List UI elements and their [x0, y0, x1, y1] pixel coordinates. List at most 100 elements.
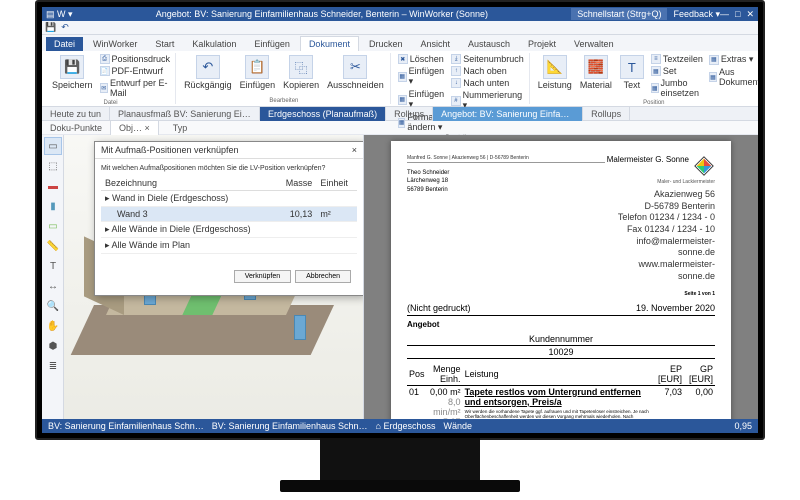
ribbon-group-clipboard: ↶Rückgängig 📋Einfügen ⿻Kopieren ✂Ausschn… — [178, 53, 391, 104]
doc-tab-offer[interactable]: Angebot: BV: Sanierung Einfamilienhaus S… — [433, 107, 583, 121]
paste-icon: 📋 — [245, 55, 269, 79]
doc-tab-rollups[interactable]: Rollups — [386, 107, 433, 121]
set-button[interactable]: ▦Set — [650, 65, 704, 77]
dialog-title-bar: Mit Aufmaß-Positionen verknüpfen × — [95, 142, 363, 159]
paste-button[interactable]: 📋Einfügen — [238, 53, 278, 92]
undo-button[interactable]: ↶Rückgängig — [182, 53, 234, 92]
tool-door[interactable]: ▮ — [44, 197, 62, 215]
caddr6: www.malermeister-sonne.de — [605, 259, 715, 282]
subtab-obj[interactable]: Obj… × — [110, 120, 159, 135]
delete-button[interactable]: ✖Löschen — [397, 53, 447, 65]
close-button[interactable]: ✕ — [746, 9, 754, 20]
tab-manage[interactable]: Verwalten — [566, 37, 622, 51]
table-row[interactable]: ▸ Alle Wände in Diele (Erdgeschoss) — [101, 222, 357, 238]
tool-window[interactable]: ▭ — [44, 217, 62, 235]
down-button[interactable]: ↓Nach unten — [450, 77, 525, 89]
dialog-title-text: Mit Aufmaß-Positionen verknüpfen — [101, 145, 239, 155]
sender-line: Manfred G. Sonne | Akazienweg 56 | D-567… — [407, 155, 605, 163]
status-1[interactable]: BV: Sanierung Einfamilienhaus Schn… — [48, 421, 204, 431]
zoom-value[interactable]: 0,95 — [734, 421, 752, 431]
tab-start[interactable]: Start — [147, 37, 182, 51]
col-mass: Masse — [277, 176, 317, 191]
tab-calc[interactable]: Kalkulation — [184, 37, 244, 51]
set-icon: ▦ — [651, 66, 661, 76]
takeoff-button[interactable]: 📐Leistung — [536, 53, 574, 92]
link-button[interactable]: Verknüpfen — [234, 270, 291, 283]
subtab-points[interactable]: Doku-Punkte — [42, 121, 110, 135]
tool-select[interactable]: ⬚ — [44, 157, 62, 175]
tab-print[interactable]: Drucken — [361, 37, 411, 51]
tool-zoom[interactable]: 🔍 — [44, 297, 62, 315]
tool-layers[interactable]: ≣ — [44, 357, 62, 375]
fromdoc-button[interactable]: ▦Aus Dokument… — [708, 66, 758, 88]
table-row[interactable]: ▸ Alle Wände im Plan — [101, 238, 357, 254]
print-preview-button[interactable]: ⎙Positionsdruck — [99, 53, 172, 65]
pagebreak-button[interactable]: ⤓Seitenumbruch — [450, 53, 525, 65]
ribbon-group-position: 📐Leistung 🧱Material TText ≡Textzeilen ▦S… — [532, 53, 758, 104]
tool-pan[interactable]: ✋ — [44, 317, 62, 335]
tab-project[interactable]: Projekt — [520, 37, 564, 51]
doc-date: 19. November 2020 — [636, 303, 715, 313]
extras-button[interactable]: ▦Extras ▾ — [708, 53, 758, 66]
save-icon: 💾 — [60, 55, 84, 79]
tab-view[interactable]: Ansicht — [412, 37, 458, 51]
th-pos: Pos — [407, 363, 427, 386]
save-button[interactable]: 💾Speichern — [50, 53, 95, 92]
tool-text[interactable]: T — [44, 257, 62, 275]
table-row[interactable]: ▸ Wand in Diele (Erdgeschoss) — [101, 191, 357, 207]
company-name: Malermeister G. Sonne — [607, 155, 689, 164]
pdf-button[interactable]: 📄PDF-Entwurf — [99, 65, 172, 77]
ribbon-group-edit: ✖Löschen ▦Einfügen ▾ ▦Einfügen ▾ ▦Format… — [393, 53, 530, 104]
textline-icon: ≡ — [651, 54, 661, 64]
tool-measure[interactable]: 📏 — [44, 237, 62, 255]
tool-dim[interactable]: ↔ — [44, 277, 62, 295]
paste2-icon: ▦ — [398, 95, 407, 105]
doc-tab-floor[interactable]: Erdgeschoss (Planaufmaß) — [260, 107, 386, 121]
material-icon: 🧱 — [584, 55, 608, 79]
text-icon: T — [620, 55, 644, 79]
status-2[interactable]: BV: Sanierung Einfamilienhaus Schn… — [212, 421, 368, 431]
vertical-toolbar: ▭ ⬚ ▬ ▮ ▭ 📏 T ↔ 🔍 ✋ ⬢ ≣ — [42, 135, 64, 433]
qat-save-icon[interactable]: 💾 — [46, 23, 56, 33]
tool-3d[interactable]: ⬢ — [44, 337, 62, 355]
up-button[interactable]: ↑Nach oben — [450, 65, 525, 77]
status-4[interactable]: Wände — [444, 421, 473, 431]
doc-tab-plan[interactable]: Planausfmaß BV: Sanierung Einfamilienhau… — [110, 107, 260, 121]
plan-viewport[interactable]: Mit Aufmaß-Positionen verknüpfen × Mit w… — [64, 135, 364, 433]
search-box[interactable]: Schnellstart (Strg+Q) — [571, 8, 667, 20]
copy-button[interactable]: ⿻Kopieren — [281, 53, 321, 92]
insert-button[interactable]: ▦Einfügen ▾ — [397, 65, 447, 88]
col-unit: Einheit — [316, 176, 357, 191]
status-3[interactable]: ⌂ Erdgeschoss — [376, 421, 436, 431]
maximize-button[interactable]: □ — [735, 9, 740, 20]
document-tabs: Heute zu tun Planausfmaß BV: Sanierung E… — [42, 107, 758, 121]
dialog-close-button[interactable]: × — [352, 145, 357, 155]
tab-exchange[interactable]: Austausch — [460, 37, 518, 51]
minimize-button[interactable]: — — [720, 9, 729, 20]
tab-insert[interactable]: Einfügen — [246, 37, 298, 51]
document-preview-pane[interactable]: Manfred G. Sonne | Akazienweg 56 | D-567… — [364, 135, 758, 433]
qat-undo-icon[interactable]: ↶ — [60, 23, 70, 33]
mail-button[interactable]: ✉Entwurf per E-Mail — [99, 77, 172, 99]
page-number: Seite 1 von 1 — [407, 291, 715, 297]
tab-winworker[interactable]: WinWorker — [85, 37, 145, 51]
textline-button[interactable]: ≡Textzeilen — [650, 53, 704, 65]
cut-button[interactable]: ✂Ausschneiden — [325, 53, 386, 92]
tab-file[interactable]: Datei — [46, 37, 83, 51]
doc-tab-rollups2[interactable]: Rollups — [583, 107, 630, 121]
feedback-link[interactable]: Feedback ▾ — [673, 9, 720, 20]
table-row-selected[interactable]: Wand 310,13m² — [101, 207, 357, 222]
tab-document[interactable]: Dokument — [300, 36, 359, 51]
status-bar: BV: Sanierung Einfamilienhaus Schn… BV: … — [42, 419, 758, 433]
tool-pointer[interactable]: ▭ — [44, 137, 62, 155]
jumbo-button[interactable]: ▦Jumbo einsetzen — [650, 77, 704, 99]
fromdoc-icon: ▦ — [709, 72, 717, 82]
material-button[interactable]: 🧱Material — [578, 53, 614, 92]
doc-tab-today[interactable]: Heute zu tun — [42, 107, 110, 121]
company-logo — [693, 155, 715, 177]
number-icon: # — [451, 96, 460, 106]
text-button[interactable]: TText — [618, 53, 646, 92]
takeoff-icon: 📐 — [543, 55, 567, 79]
cancel-button[interactable]: Abbrechen — [295, 270, 351, 283]
tool-wall[interactable]: ▬ — [44, 177, 62, 195]
